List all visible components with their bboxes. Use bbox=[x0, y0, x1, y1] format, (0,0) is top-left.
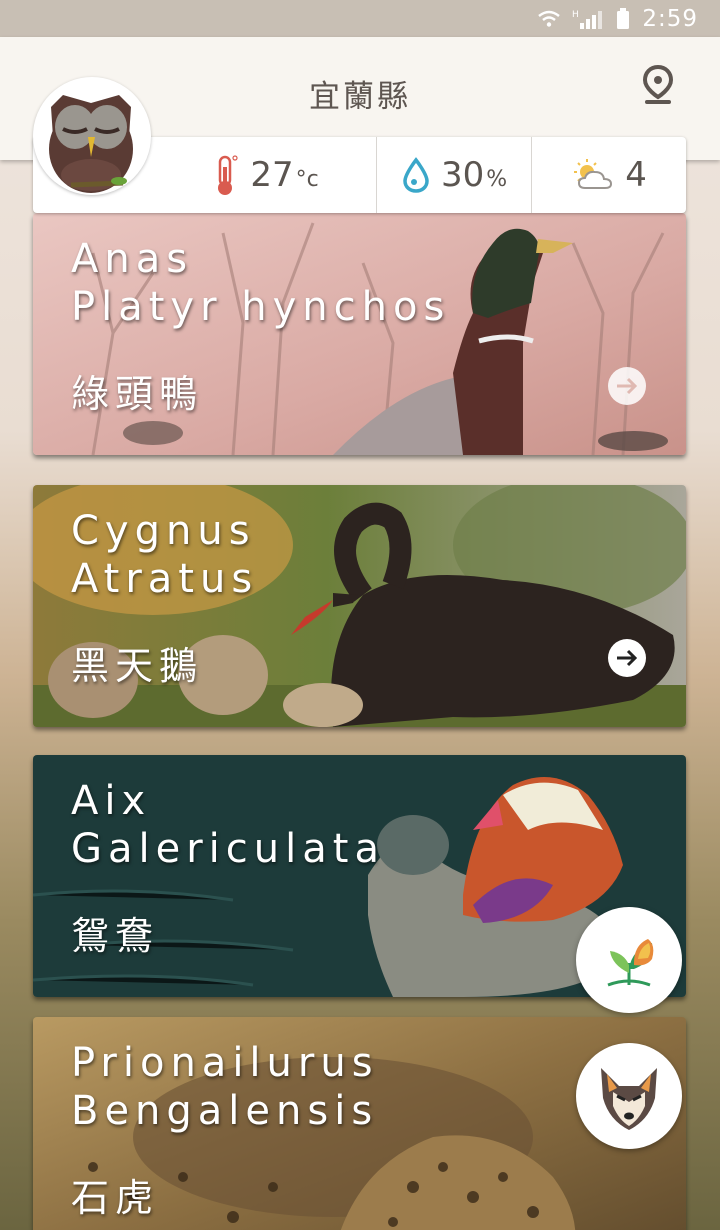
species-chinese-name: 鴛鴦 bbox=[71, 914, 160, 958]
svg-text:H: H bbox=[572, 10, 579, 20]
species-latin-name: Prionailurus Bengalensis bbox=[71, 1040, 379, 1134]
temperature-unit: °c bbox=[295, 167, 319, 192]
owl-avatar[interactable] bbox=[33, 77, 151, 195]
temperature-value: 27 bbox=[250, 155, 294, 195]
species-latin-name: Aix Galericulata bbox=[71, 778, 385, 872]
species-card[interactable]: Anas Platyr hynchos 綠頭鴨 bbox=[33, 213, 686, 455]
wolf-icon bbox=[601, 1068, 657, 1130]
location-pin-icon[interactable] bbox=[642, 64, 674, 107]
species-chinese-name: 綠頭鴨 bbox=[71, 372, 204, 416]
species-chinese-name: 石虎 bbox=[71, 1176, 160, 1220]
wifi-icon bbox=[538, 10, 561, 27]
signal-icon: H bbox=[572, 10, 603, 29]
uv-value: 4 bbox=[625, 155, 647, 195]
arrow-right-icon[interactable] bbox=[608, 367, 646, 405]
battery-icon bbox=[617, 8, 630, 29]
water-drop-icon bbox=[403, 157, 429, 193]
arrow-right-icon[interactable] bbox=[608, 639, 646, 677]
species-chinese-name: 黑天鵝 bbox=[71, 644, 204, 688]
thermometer-icon bbox=[218, 155, 238, 195]
species-card[interactable]: Cygnus Atratus 黑天鵝 bbox=[33, 485, 686, 727]
humidity-unit: % bbox=[486, 167, 508, 192]
humidity-value: 30 bbox=[441, 155, 485, 195]
uv-cell: 4 bbox=[531, 137, 686, 213]
plant-fab-button[interactable] bbox=[576, 907, 682, 1013]
partly-cloudy-icon bbox=[574, 159, 613, 189]
owl-icon bbox=[49, 95, 133, 193]
status-time: 2:59 bbox=[642, 6, 698, 32]
status-bar: H 2:59 bbox=[0, 0, 720, 37]
species-latin-name: Anas Platyr hynchos bbox=[71, 236, 451, 330]
wolf-fab-button[interactable] bbox=[576, 1043, 682, 1149]
plant-icon bbox=[607, 939, 654, 987]
species-latin-name: Cygnus Atratus bbox=[71, 508, 259, 602]
humidity-cell: 30% bbox=[376, 137, 531, 213]
